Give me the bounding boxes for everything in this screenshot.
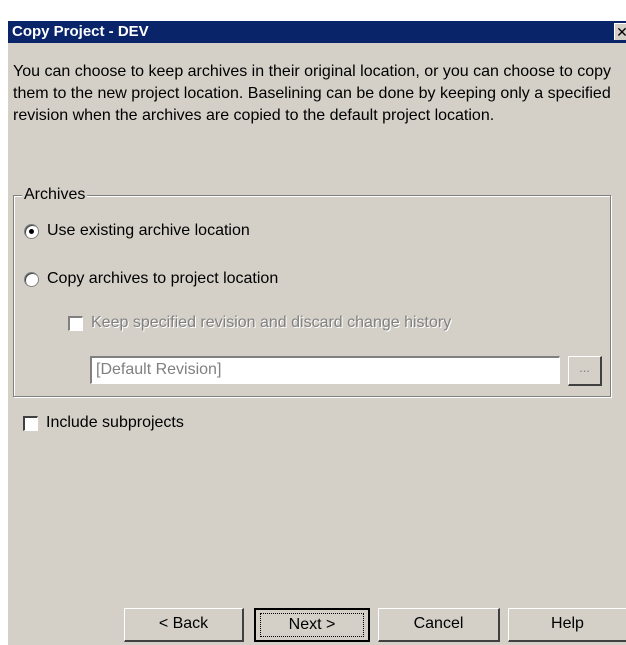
copy-archives-radio[interactable]: Copy archives to project location (24, 268, 278, 290)
checkbox-icon (23, 415, 38, 431)
next-button[interactable]: Next > (254, 608, 370, 642)
back-button[interactable]: < Back (124, 608, 244, 642)
copy-archives-label: Copy archives to project location (47, 270, 279, 287)
browse-button[interactable]: ... (568, 356, 602, 386)
use-existing-archive-label: Use existing archive location (47, 222, 250, 239)
copy-project-dialog: Copy Project - DEV ✕ You can choose to k… (7, 20, 626, 645)
title-bar[interactable]: Copy Project - DEV ✕ (8, 21, 626, 43)
keep-revision-checkbox[interactable]: Keep specified revision and discard chan… (68, 312, 451, 334)
dialog-title: Copy Project - DEV (12, 23, 149, 40)
close-icon[interactable]: ✕ (614, 23, 626, 40)
radio-icon (24, 271, 39, 287)
keep-revision-label: Keep specified revision and discard chan… (91, 314, 452, 331)
archives-group: Archives Use existing archive location C… (13, 185, 611, 397)
cancel-button[interactable]: Cancel (378, 608, 500, 642)
next-button-label: Next > (260, 613, 364, 637)
default-revision-field[interactable]: [Default Revision] (90, 356, 560, 384)
radio-icon (24, 223, 39, 239)
description-text: You can choose to keep archives in their… (13, 63, 611, 124)
archives-group-label: Archives (22, 185, 88, 205)
use-existing-archive-radio[interactable]: Use existing archive location (24, 220, 250, 242)
include-subprojects-label: Include subprojects (46, 414, 184, 431)
checkbox-icon (68, 315, 83, 331)
help-button[interactable]: Help (508, 608, 626, 642)
include-subprojects-checkbox[interactable]: Include subprojects (23, 412, 184, 434)
